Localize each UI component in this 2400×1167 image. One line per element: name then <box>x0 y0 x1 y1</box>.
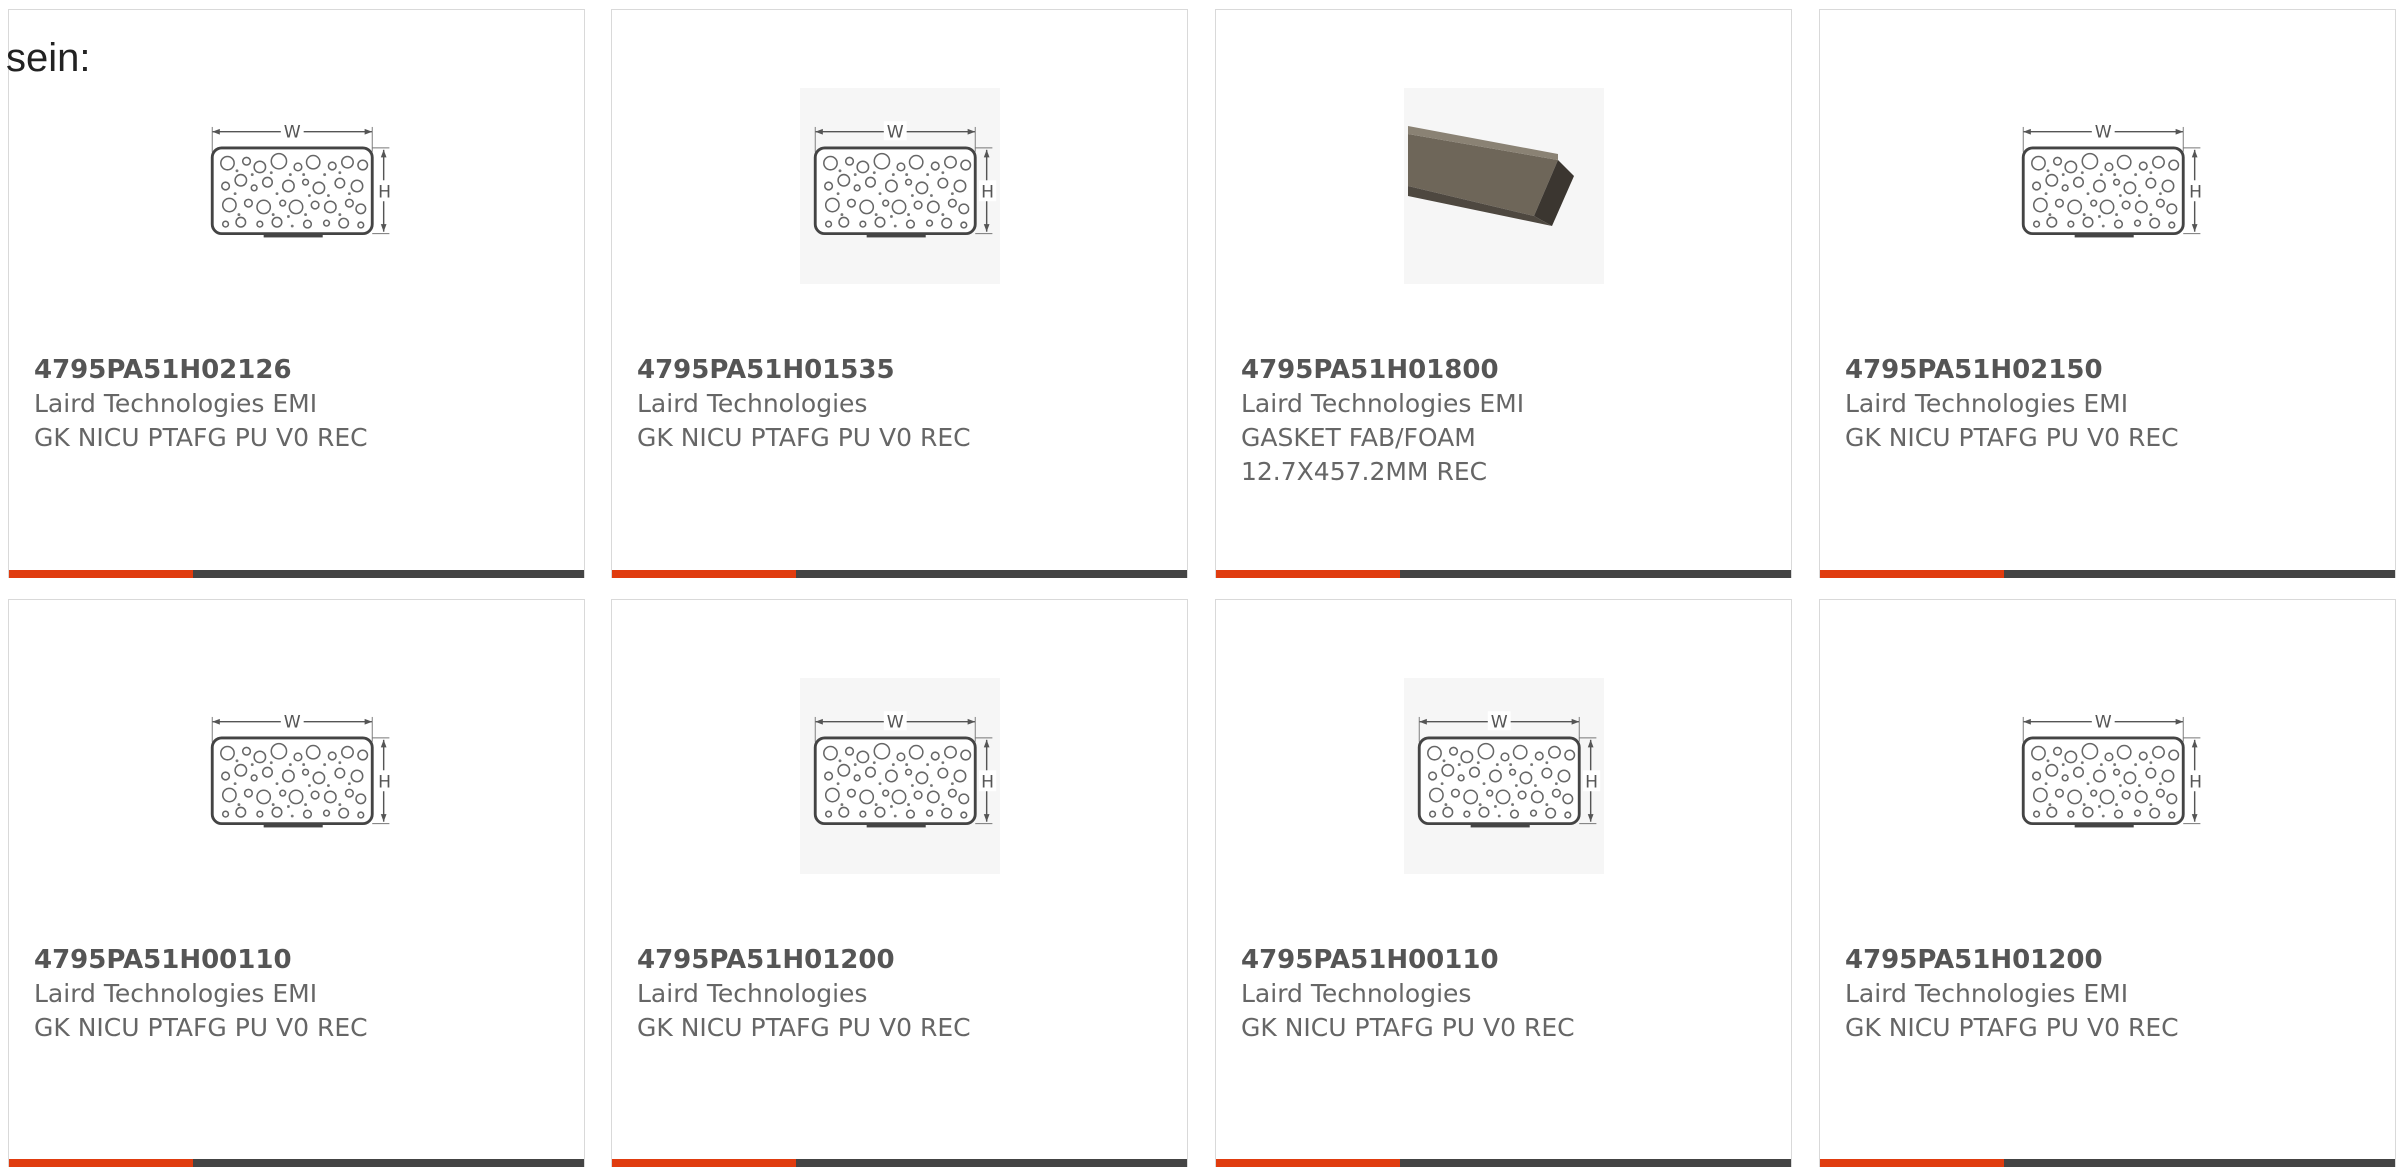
manufacturer: Laird Technologies <box>637 389 868 418</box>
card-accent-bar <box>1820 570 2004 578</box>
manufacturer: Laird Technologies EMI <box>1845 979 2129 1008</box>
description-extra: 12.7X457.2MM REC <box>1241 457 1488 486</box>
card-accent-bar <box>9 1159 193 1167</box>
description: GK NICU PTAFG PU V0 REC <box>637 1013 971 1042</box>
card-bottom-bar <box>1216 1159 1791 1167</box>
gasket-drawing-icon <box>197 678 397 874</box>
gasket-drawing-icon <box>2008 678 2208 874</box>
part-number[interactable]: 4795PA51H01535 <box>637 353 1167 387</box>
manufacturer: Laird Technologies <box>1241 979 1472 1008</box>
manufacturer: Laird Technologies EMI <box>34 979 318 1008</box>
manufacturer: Laird Technologies EMI <box>1845 389 2129 418</box>
product-grid: 4795PA51H02126 Laird Technologies EMI GK… <box>0 0 2400 1167</box>
foam-strip-photo <box>1404 88 1604 284</box>
product-card[interactable]: 4795PA51H01200 Laird Technologies EMI GK… <box>1819 599 2396 1167</box>
manufacturer: Laird Technologies EMI <box>1241 389 1525 418</box>
part-number[interactable]: 4795PA51H01200 <box>637 943 1167 977</box>
gasket-drawing-icon <box>800 88 1000 284</box>
description: GK NICU PTAFG PU V0 REC <box>1845 1013 2179 1042</box>
part-number[interactable]: 4795PA51H02150 <box>1845 353 2375 387</box>
product-card[interactable]: 4795PA51H01535 Laird Technologies GK NIC… <box>611 9 1188 578</box>
card-bottom-bar <box>9 570 584 578</box>
manufacturer: Laird Technologies <box>637 979 868 1008</box>
description: GK NICU PTAFG PU V0 REC <box>637 423 971 452</box>
description: GK NICU PTAFG PU V0 REC <box>34 1013 368 1042</box>
card-accent-bar <box>612 570 796 578</box>
card-accent-bar <box>612 1159 796 1167</box>
description: GK NICU PTAFG PU V0 REC <box>1241 1013 1575 1042</box>
product-card[interactable]: 4795PA51H00110 Laird Technologies EMI GK… <box>8 599 585 1167</box>
description: GK NICU PTAFG PU V0 REC <box>34 423 368 452</box>
description: GK NICU PTAFG PU V0 REC <box>1845 423 2179 452</box>
part-number[interactable]: 4795PA51H00110 <box>34 943 564 977</box>
card-bottom-bar <box>612 570 1187 578</box>
manufacturer: Laird Technologies EMI <box>34 389 318 418</box>
gasket-drawing-icon <box>800 678 1000 874</box>
card-bottom-bar <box>1820 1159 2395 1167</box>
card-accent-bar <box>9 570 193 578</box>
gasket-drawing-icon <box>197 88 397 284</box>
product-card[interactable]: 4795PA51H01200 Laird Technologies GK NIC… <box>611 599 1188 1167</box>
part-number[interactable]: 4795PA51H01200 <box>1845 943 2375 977</box>
gasket-drawing-icon <box>2008 88 2208 284</box>
part-number[interactable]: 4795PA51H02126 <box>34 353 564 387</box>
card-accent-bar <box>1216 570 1400 578</box>
product-card[interactable]: 4795PA51H02150 Laird Technologies EMI GK… <box>1819 9 2396 578</box>
part-number[interactable]: 4795PA51H01800 <box>1241 353 1771 387</box>
card-bottom-bar <box>1820 570 2395 578</box>
card-bottom-bar <box>1216 570 1791 578</box>
description: GASKET FAB/FOAM <box>1241 423 1476 452</box>
section-heading: sein: <box>6 36 91 80</box>
product-card[interactable]: 4795PA51H01800 Laird Technologies EMI GA… <box>1215 9 1792 578</box>
card-accent-bar <box>1216 1159 1400 1167</box>
gasket-drawing-icon <box>1404 678 1604 874</box>
card-bottom-bar <box>9 1159 584 1167</box>
part-number[interactable]: 4795PA51H00110 <box>1241 943 1771 977</box>
product-card[interactable]: 4795PA51H02126 Laird Technologies EMI GK… <box>8 9 585 578</box>
card-bottom-bar <box>612 1159 1187 1167</box>
card-accent-bar <box>1820 1159 2004 1167</box>
product-card[interactable]: 4795PA51H00110 Laird Technologies GK NIC… <box>1215 599 1792 1167</box>
